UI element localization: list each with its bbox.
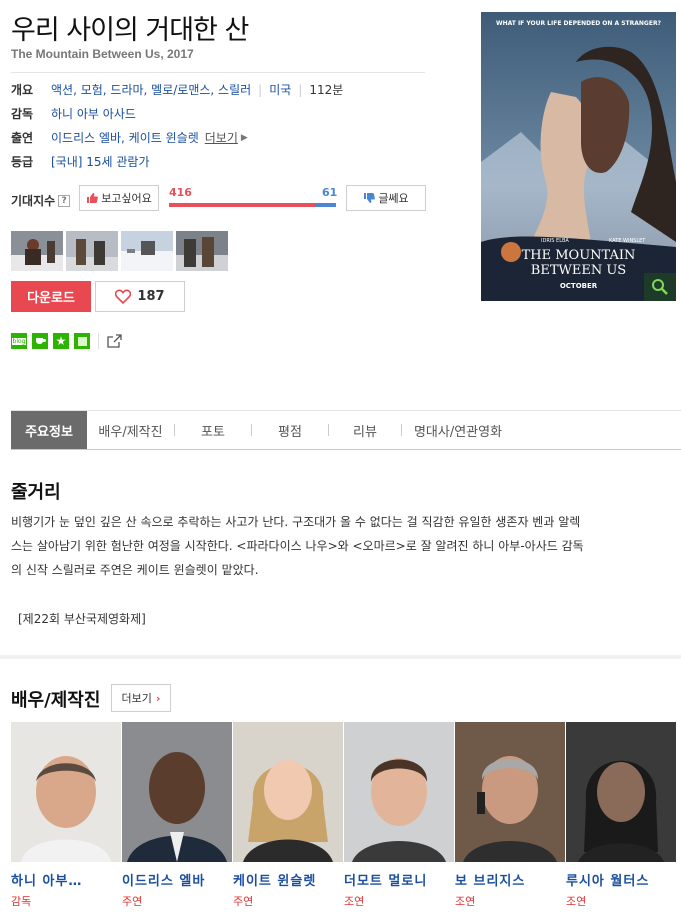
divider <box>98 333 99 349</box>
poster-tagline: WHAT IF YOUR LIFE DEPENDED ON A STRANGER… <box>495 20 662 27</box>
rating-row: 등급 [국내] 15세 관람가 <box>11 153 150 170</box>
overview-row: 개요 액션, 모험, 드라마, 멜로/로맨스, 스릴러 | 미국 | 112분 <box>11 81 343 98</box>
meh-button[interactable]: 글쎄요 <box>346 185 426 211</box>
poster-title: THE MOUNTAIN BETWEEN US <box>521 248 636 278</box>
cast-photo <box>233 722 343 862</box>
cast-card[interactable]: 보 브리지스 조연 <box>455 722 565 909</box>
chevron-right-icon: › <box>155 691 161 705</box>
director-row: 감독 하니 아부 아사드 <box>11 105 136 122</box>
cast-photo <box>566 722 676 862</box>
cast-photo <box>122 722 232 862</box>
cast-label: 출연 <box>11 131 34 145</box>
meh-bar <box>315 203 336 207</box>
want-bar <box>169 203 315 207</box>
like-button[interactable]: 187 <box>95 281 185 312</box>
poster-actor-1: IDRIS ELBA <box>541 238 569 244</box>
want-label: 보고싶어요 <box>101 192 152 205</box>
tab-quotes-related[interactable]: 명대사/연관영화 <box>402 411 514 449</box>
cast-name: 케이트 윈슬렛 <box>233 874 317 889</box>
synopsis-heading: 줄거리 <box>11 482 61 503</box>
genre-links[interactable]: 액션, 모험, 드라마, 멜로/로맨스, 스릴러 <box>51 81 251 98</box>
star-icon[interactable]: ★ <box>53 333 69 349</box>
meh-label: 글쎄요 <box>378 192 409 205</box>
like-count: 187 <box>137 289 165 304</box>
still-thumbnail-1[interactable] <box>11 231 63 271</box>
cast-card[interactable]: 케이트 윈슬렛 주연 <box>233 722 343 909</box>
cast-name: 이드리스 엘바 <box>122 874 206 889</box>
cast-name: 하니 아부… <box>11 874 83 889</box>
poster-actor-2: KATE WINSLET <box>609 238 646 244</box>
cast-more-button[interactable]: 더보기 › <box>111 684 171 712</box>
cast-name: 루시아 월터스 <box>566 874 650 889</box>
blog-icon[interactable]: blog <box>11 333 27 349</box>
cast-card[interactable]: 하니 아부… 감독 <box>11 722 121 909</box>
still-thumbnail-2[interactable] <box>66 231 118 271</box>
tab-review[interactable]: 리뷰 <box>329 411 401 449</box>
cast-role: 감독 <box>11 895 32 908</box>
section-divider <box>0 655 681 659</box>
cast-role: 주연 <box>122 895 143 908</box>
cast-heading: 배우/제작진 <box>11 690 101 711</box>
divider <box>11 72 425 73</box>
cast-role: 주연 <box>233 895 254 908</box>
overview-label: 개요 <box>11 83 34 97</box>
cast-role: 조연 <box>344 895 365 908</box>
expect-label: 기대지수 <box>11 194 56 208</box>
cast-photo <box>11 722 121 862</box>
cafe-icon[interactable] <box>32 333 48 349</box>
tab-main-info[interactable]: 주요정보 <box>11 411 87 449</box>
chevron-right-icon: ▶ <box>240 132 248 143</box>
help-icon[interactable]: ? <box>58 194 71 207</box>
share-icon[interactable] <box>106 333 123 349</box>
meh-count: 61 <box>322 186 338 199</box>
still-thumbnail-4[interactable] <box>176 231 228 271</box>
tab-rating[interactable]: 평점 <box>252 411 328 449</box>
still-thumbnail-3[interactable] <box>121 231 173 271</box>
tab-photo[interactable]: 포토 <box>175 411 251 449</box>
festival-info: [제22회 부산국제영화제] <box>18 612 146 626</box>
want-button[interactable]: 보고싶어요 <box>79 185 159 211</box>
cast-row: 출연 이드리스 엘바, 케이트 윈슬렛 더보기 ▶ <box>11 129 248 146</box>
cast-photo <box>455 722 565 862</box>
heart-icon <box>115 289 132 304</box>
download-button[interactable]: 다운로드 <box>11 281 91 312</box>
cast-links[interactable]: 이드리스 엘바, 케이트 윈슬렛 <box>51 129 199 146</box>
separator: | <box>258 82 263 97</box>
cast-more-link[interactable]: 더보기 <box>205 129 238 146</box>
expect-label-group: 기대지수 ? <box>11 192 71 209</box>
cast-name: 더모트 멀로니 <box>344 874 428 889</box>
cast-role: 조연 <box>455 895 476 908</box>
want-count: 416 <box>169 186 192 199</box>
director-label: 감독 <box>11 107 34 121</box>
square-icon[interactable] <box>74 333 90 349</box>
cast-photo <box>344 722 454 862</box>
cast-name: 보 브리지스 <box>455 874 526 889</box>
tab-cast-crew[interactable]: 배우/제작진 <box>87 411 174 449</box>
runtime: 112분 <box>309 83 344 97</box>
thumbs-down-icon <box>364 193 376 203</box>
rating-value: [국내] 15세 관람가 <box>51 155 150 169</box>
original-title: The Mountain Between Us, 2017 <box>11 47 194 61</box>
cast-card[interactable]: 이드리스 엘바 주연 <box>122 722 232 909</box>
separator: | <box>298 82 303 97</box>
director-link[interactable]: 하니 아부 아사드 <box>51 105 136 122</box>
synopsis-text: 비행기가 눈 덮인 깊은 산 속으로 추락하는 사고가 난다. 구조대가 올 수… <box>11 515 584 577</box>
cast-card[interactable]: 루시아 월터스 조연 <box>566 722 676 909</box>
page-title: 우리 사이의 거대한 산 <box>11 15 249 46</box>
poster-release: OCTOBER <box>559 282 598 290</box>
cast-card[interactable]: 더모트 멀로니 조연 <box>344 722 454 909</box>
thumbs-up-icon <box>87 193 99 203</box>
tab-underline <box>11 449 681 450</box>
cast-role: 조연 <box>566 895 587 908</box>
country-link[interactable]: 미국 <box>269 81 291 98</box>
rating-label: 등급 <box>11 155 34 169</box>
